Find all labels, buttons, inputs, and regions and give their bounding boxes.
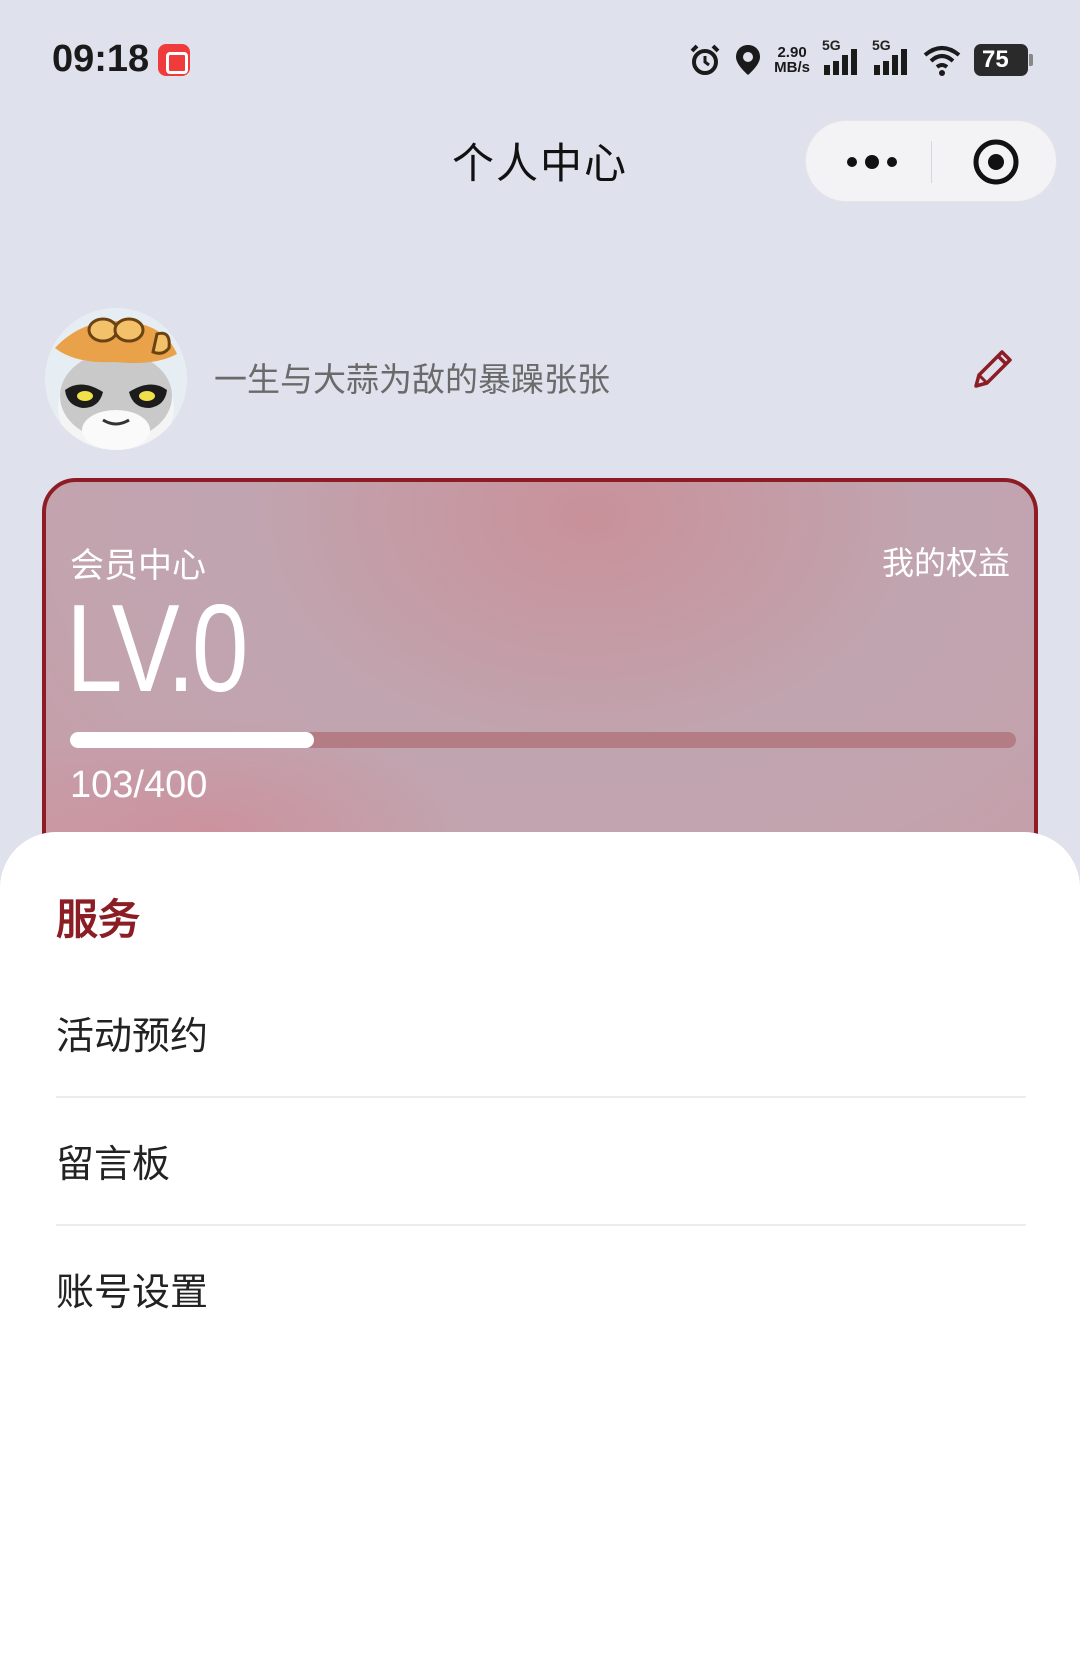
mini-program-capsule [805,120,1057,202]
network-speed-unit: MB/s [774,59,810,76]
signal-label: 5G [872,37,891,53]
status-icons: 2.90 MB/s 5G 5G 75 [688,37,1033,80]
signal-icon: 5G [872,37,910,77]
network-speed-value: 2.90 [777,44,807,61]
signal-icon: 5G [822,37,860,77]
location-icon [734,43,762,77]
wifi-icon [922,43,962,77]
menu-item-label: 留言板 [56,1141,171,1186]
status-time: 09:18 [52,38,150,80]
app-notification-icon [158,44,190,76]
capsule-divider [931,141,932,183]
menu-item-message-board[interactable]: 留言板 [56,1096,1026,1224]
signal-label: 5G [822,37,841,53]
level-progress-text: 103/400 [70,764,208,806]
more-icon[interactable] [844,149,900,175]
menu-item-account-settings[interactable]: 账号设置 [56,1224,1026,1352]
level-progress-track [70,732,1016,748]
menu-item-activity-booking[interactable]: 活动预约 [56,968,1026,1096]
battery-icon: 75 [974,44,1033,76]
network-speed: 2.90 MB/s [774,45,810,75]
level-progress-fill [70,732,314,748]
services-sheet: 服务 活动预约 留言板 账号设置 [0,832,1080,1677]
status-bar: 09:18 2.90 MB/s 5G 5G 75 [0,0,1080,120]
menu-item-label: 活动预约 [56,1013,209,1058]
services-title: 服务 [56,895,141,944]
member-level: LV.0 [66,580,248,718]
alarm-icon [688,43,722,77]
avatar[interactable] [45,308,187,450]
my-rights-link[interactable]: 我的权益 [882,538,1010,584]
pencil-icon[interactable] [968,346,1016,394]
menu-item-label: 账号设置 [56,1269,209,1314]
close-target-icon[interactable] [971,137,1021,187]
nickname: 一生与大蒜为敌的暴躁张张 [214,360,610,399]
